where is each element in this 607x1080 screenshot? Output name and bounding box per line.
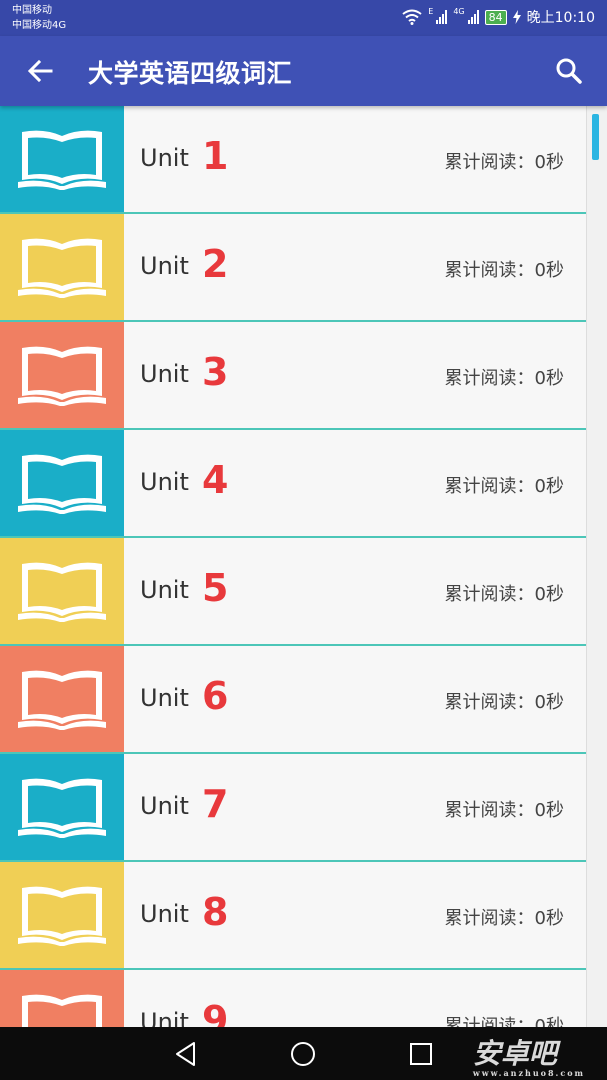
unit-thumbnail [0, 646, 124, 752]
triangle-back-icon[interactable] [172, 1040, 200, 1068]
unit-label: Unit [140, 684, 189, 712]
system-nav-bar: 安卓吧 www.anzhuo8.com [0, 1027, 607, 1080]
unit-number: 1 [202, 134, 229, 178]
unit-number: 7 [202, 782, 229, 826]
unit-row[interactable]: Unit 8 累计阅读：0秒 [0, 862, 586, 970]
network-type-2: 4G [453, 7, 465, 16]
app-bar: 大学英语四级词汇 [0, 36, 607, 106]
unit-thumbnail [0, 214, 124, 320]
clock: 晚上10:10 [526, 10, 595, 26]
signal-icon-2 [467, 10, 479, 24]
unit-thumbnail [0, 862, 124, 968]
reading-time: 累计阅读：0秒 [444, 692, 564, 713]
unit-thumbnail [0, 430, 124, 536]
unit-row[interactable]: Unit 1 累计阅读：0秒 [0, 106, 586, 214]
scrollbar-thumb[interactable] [592, 114, 599, 160]
unit-number: 9 [202, 998, 229, 1027]
carrier-info: 中国移动 中国移动4G [12, 3, 66, 33]
book-icon [18, 130, 106, 190]
unit-row[interactable]: Unit 3 累计阅读：0秒 [0, 322, 586, 430]
unit-label: Unit [140, 1008, 189, 1027]
reading-time: 累计阅读：0秒 [444, 584, 564, 605]
unit-thumbnail [0, 538, 124, 644]
unit-thumbnail [0, 322, 124, 428]
charging-icon [512, 10, 521, 24]
reading-time: 累计阅读：0秒 [444, 1016, 564, 1027]
watermark-logo: 安卓吧 www.anzhuo8.com [472, 1037, 585, 1078]
status-icons: E 4G 84 晚上10:10 [402, 7, 595, 27]
carrier-2: 中国移动4G [12, 20, 67, 31]
battery-icon: 84 [484, 9, 507, 25]
reading-time: 累计阅读：0秒 [444, 260, 564, 281]
network-type-1: E [428, 7, 434, 16]
signal-icon [436, 10, 448, 24]
square-recents-icon[interactable] [407, 1040, 435, 1068]
unit-number: 4 [202, 458, 229, 502]
book-icon [18, 454, 106, 514]
search-button[interactable] [551, 53, 587, 89]
unit-label: Unit [140, 144, 189, 172]
scrollbar[interactable] [586, 106, 607, 1027]
unit-label: Unit [140, 252, 189, 280]
unit-number: 2 [202, 242, 229, 286]
unit-label: Unit [140, 900, 189, 928]
reading-time: 累计阅读：0秒 [444, 476, 564, 497]
unit-row[interactable]: Unit 9 累计阅读：0秒 [0, 970, 586, 1027]
unit-row[interactable]: Unit 6 累计阅读：0秒 [0, 646, 586, 754]
book-icon [18, 670, 106, 730]
reading-time: 累计阅读：0秒 [444, 152, 564, 173]
unit-label: Unit [140, 468, 189, 496]
unit-row[interactable]: Unit 5 累计阅读：0秒 [0, 538, 586, 646]
unit-number: 5 [202, 566, 229, 610]
unit-thumbnail [0, 970, 124, 1027]
book-icon [18, 238, 106, 298]
book-icon [18, 886, 106, 946]
status-bar: 中国移动 中国移动4G E 4G 84 晚上10:10 [0, 0, 607, 36]
unit-thumbnail [0, 106, 124, 212]
unit-label: Unit [140, 360, 189, 388]
arrow-back-icon [27, 59, 53, 83]
unit-thumbnail [0, 754, 124, 860]
back-button[interactable] [22, 53, 58, 89]
unit-label: Unit [140, 576, 189, 604]
reading-time: 累计阅读：0秒 [444, 800, 564, 821]
unit-number: 3 [202, 350, 229, 394]
book-icon [18, 346, 106, 406]
book-icon [18, 778, 106, 838]
reading-time: 累计阅读：0秒 [444, 368, 564, 389]
page-title: 大学英语四级词汇 [88, 59, 293, 88]
search-icon [556, 58, 582, 84]
carrier-1: 中国移动 [12, 5, 52, 16]
unit-label: Unit [140, 792, 189, 820]
wifi-icon [402, 9, 422, 25]
unit-row[interactable]: Unit 7 累计阅读：0秒 [0, 754, 586, 862]
circle-home-icon[interactable] [289, 1040, 317, 1068]
book-icon [18, 562, 106, 622]
reading-time: 累计阅读：0秒 [444, 908, 564, 929]
unit-number: 6 [202, 674, 229, 718]
book-icon [22, 994, 102, 1027]
unit-row[interactable]: Unit 2 累计阅读：0秒 [0, 214, 586, 322]
unit-row[interactable]: Unit 4 累计阅读：0秒 [0, 430, 586, 538]
unit-number: 8 [202, 890, 229, 934]
unit-list[interactable]: Unit 1 累计阅读：0秒 Unit 2 累计阅读：0秒 Unit 3 累计阅读：0秒 Unit… [0, 106, 586, 1027]
